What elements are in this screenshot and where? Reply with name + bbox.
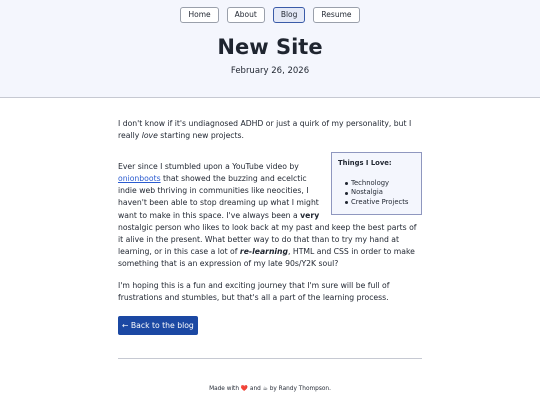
nav-resume-button[interactable]: Resume xyxy=(313,7,360,23)
things-i-love-box: Things I Love: Technology Nostalgia Crea… xyxy=(331,152,422,215)
sidebar-title: Things I Love: xyxy=(338,159,392,168)
paragraph-closing: I'm hoping this is a fun and exciting jo… xyxy=(118,281,390,303)
nav-home-button[interactable]: Home xyxy=(180,7,219,23)
back-to-blog-button[interactable]: ← Back to the blog xyxy=(118,316,198,336)
footer-divider xyxy=(118,358,422,359)
list-item: Technology xyxy=(345,179,415,189)
emphasis-love: love xyxy=(141,131,158,141)
post-date: February 26, 2026 xyxy=(230,66,310,76)
page-title: New Site xyxy=(217,35,323,59)
strong-relearning: re-learning xyxy=(239,246,289,256)
strong-very: very xyxy=(300,210,320,220)
sidebar-list: Technology Nostalgia Creative Projects xyxy=(338,179,415,208)
list-item: Nostalgia xyxy=(345,188,415,198)
onionboots-link[interactable]: onionboots xyxy=(118,174,161,183)
site-header: Home About Blog Resume New Site February… xyxy=(0,0,540,98)
paragraph-intro: I don't know if it's undiagnosed ADHD or… xyxy=(118,119,412,141)
heart-icon: ❤️ xyxy=(240,386,249,392)
site-footer: Made with ❤️ and ☕ by Randy Thompson. xyxy=(209,386,331,392)
nav-about-button[interactable]: About xyxy=(226,7,265,23)
top-nav: Home About Blog Resume xyxy=(0,7,540,23)
list-item: Creative Projects xyxy=(345,198,415,208)
post-content: I don't know if it's undiagnosed ADHD or… xyxy=(118,118,422,336)
nav-blog-button[interactable]: Blog xyxy=(272,7,306,23)
coffee-icon: ☕ xyxy=(262,386,268,392)
